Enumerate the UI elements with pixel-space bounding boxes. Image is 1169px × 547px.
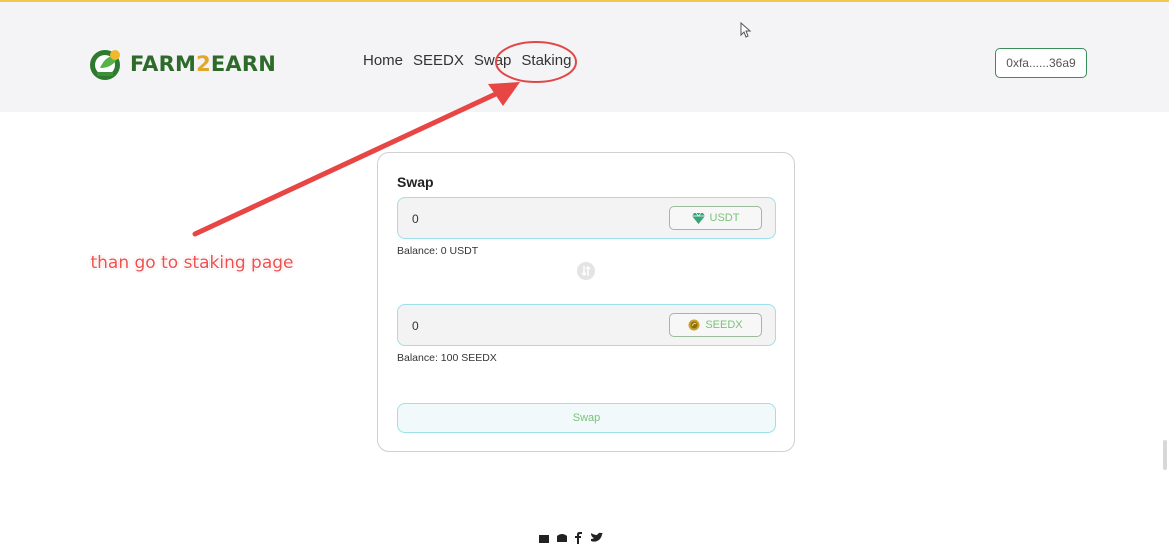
wallet-address-button[interactable]: 0xfa......36a9 — [995, 48, 1087, 78]
logo-leaf-icon — [88, 46, 124, 82]
to-amount-field[interactable]: SEEDX — [397, 304, 776, 346]
site-header: FARM2EARN Home SEEDX Swap Staking 0xfa..… — [0, 2, 1169, 112]
to-amount-input[interactable] — [410, 318, 614, 334]
from-amount-field[interactable]: USDT — [397, 197, 776, 239]
nav-staking[interactable]: Staking — [521, 52, 571, 69]
logo[interactable]: FARM2EARN — [88, 44, 276, 84]
swap-card: Swap USDT Balance: 0 USDT — [377, 152, 795, 452]
coin-icon — [688, 319, 700, 331]
to-token-label: SEEDX — [705, 319, 743, 331]
from-balance: Balance: 0 USDT — [397, 245, 479, 257]
to-token-button[interactable]: SEEDX — [669, 313, 762, 337]
mail-icon[interactable] — [538, 532, 550, 544]
facebook-icon[interactable] — [574, 532, 584, 544]
twitter-icon[interactable] — [590, 532, 604, 544]
from-token-label: USDT — [709, 212, 740, 224]
from-token-button[interactable]: USDT — [669, 206, 762, 230]
swap-direction-icon[interactable] — [576, 261, 596, 281]
logo-text: FARM2EARN — [130, 52, 277, 76]
main-nav: Home SEEDX Swap Staking — [363, 52, 571, 69]
swap-button[interactable]: Swap — [397, 403, 776, 433]
nav-seedx[interactable]: SEEDX — [413, 52, 464, 69]
gem-icon — [691, 212, 705, 224]
from-amount-input[interactable] — [410, 211, 614, 227]
scrollbar-thumb[interactable] — [1163, 440, 1167, 470]
annotation-text: than go to staking page — [90, 253, 294, 273]
footer-social-icons — [538, 532, 604, 544]
swap-title: Swap — [397, 174, 434, 190]
mouse-cursor-icon — [740, 22, 752, 38]
discord-icon[interactable] — [556, 532, 568, 544]
nav-home[interactable]: Home — [363, 52, 403, 69]
nav-swap[interactable]: Swap — [474, 52, 512, 69]
to-balance: Balance: 100 SEEDX — [397, 352, 497, 364]
